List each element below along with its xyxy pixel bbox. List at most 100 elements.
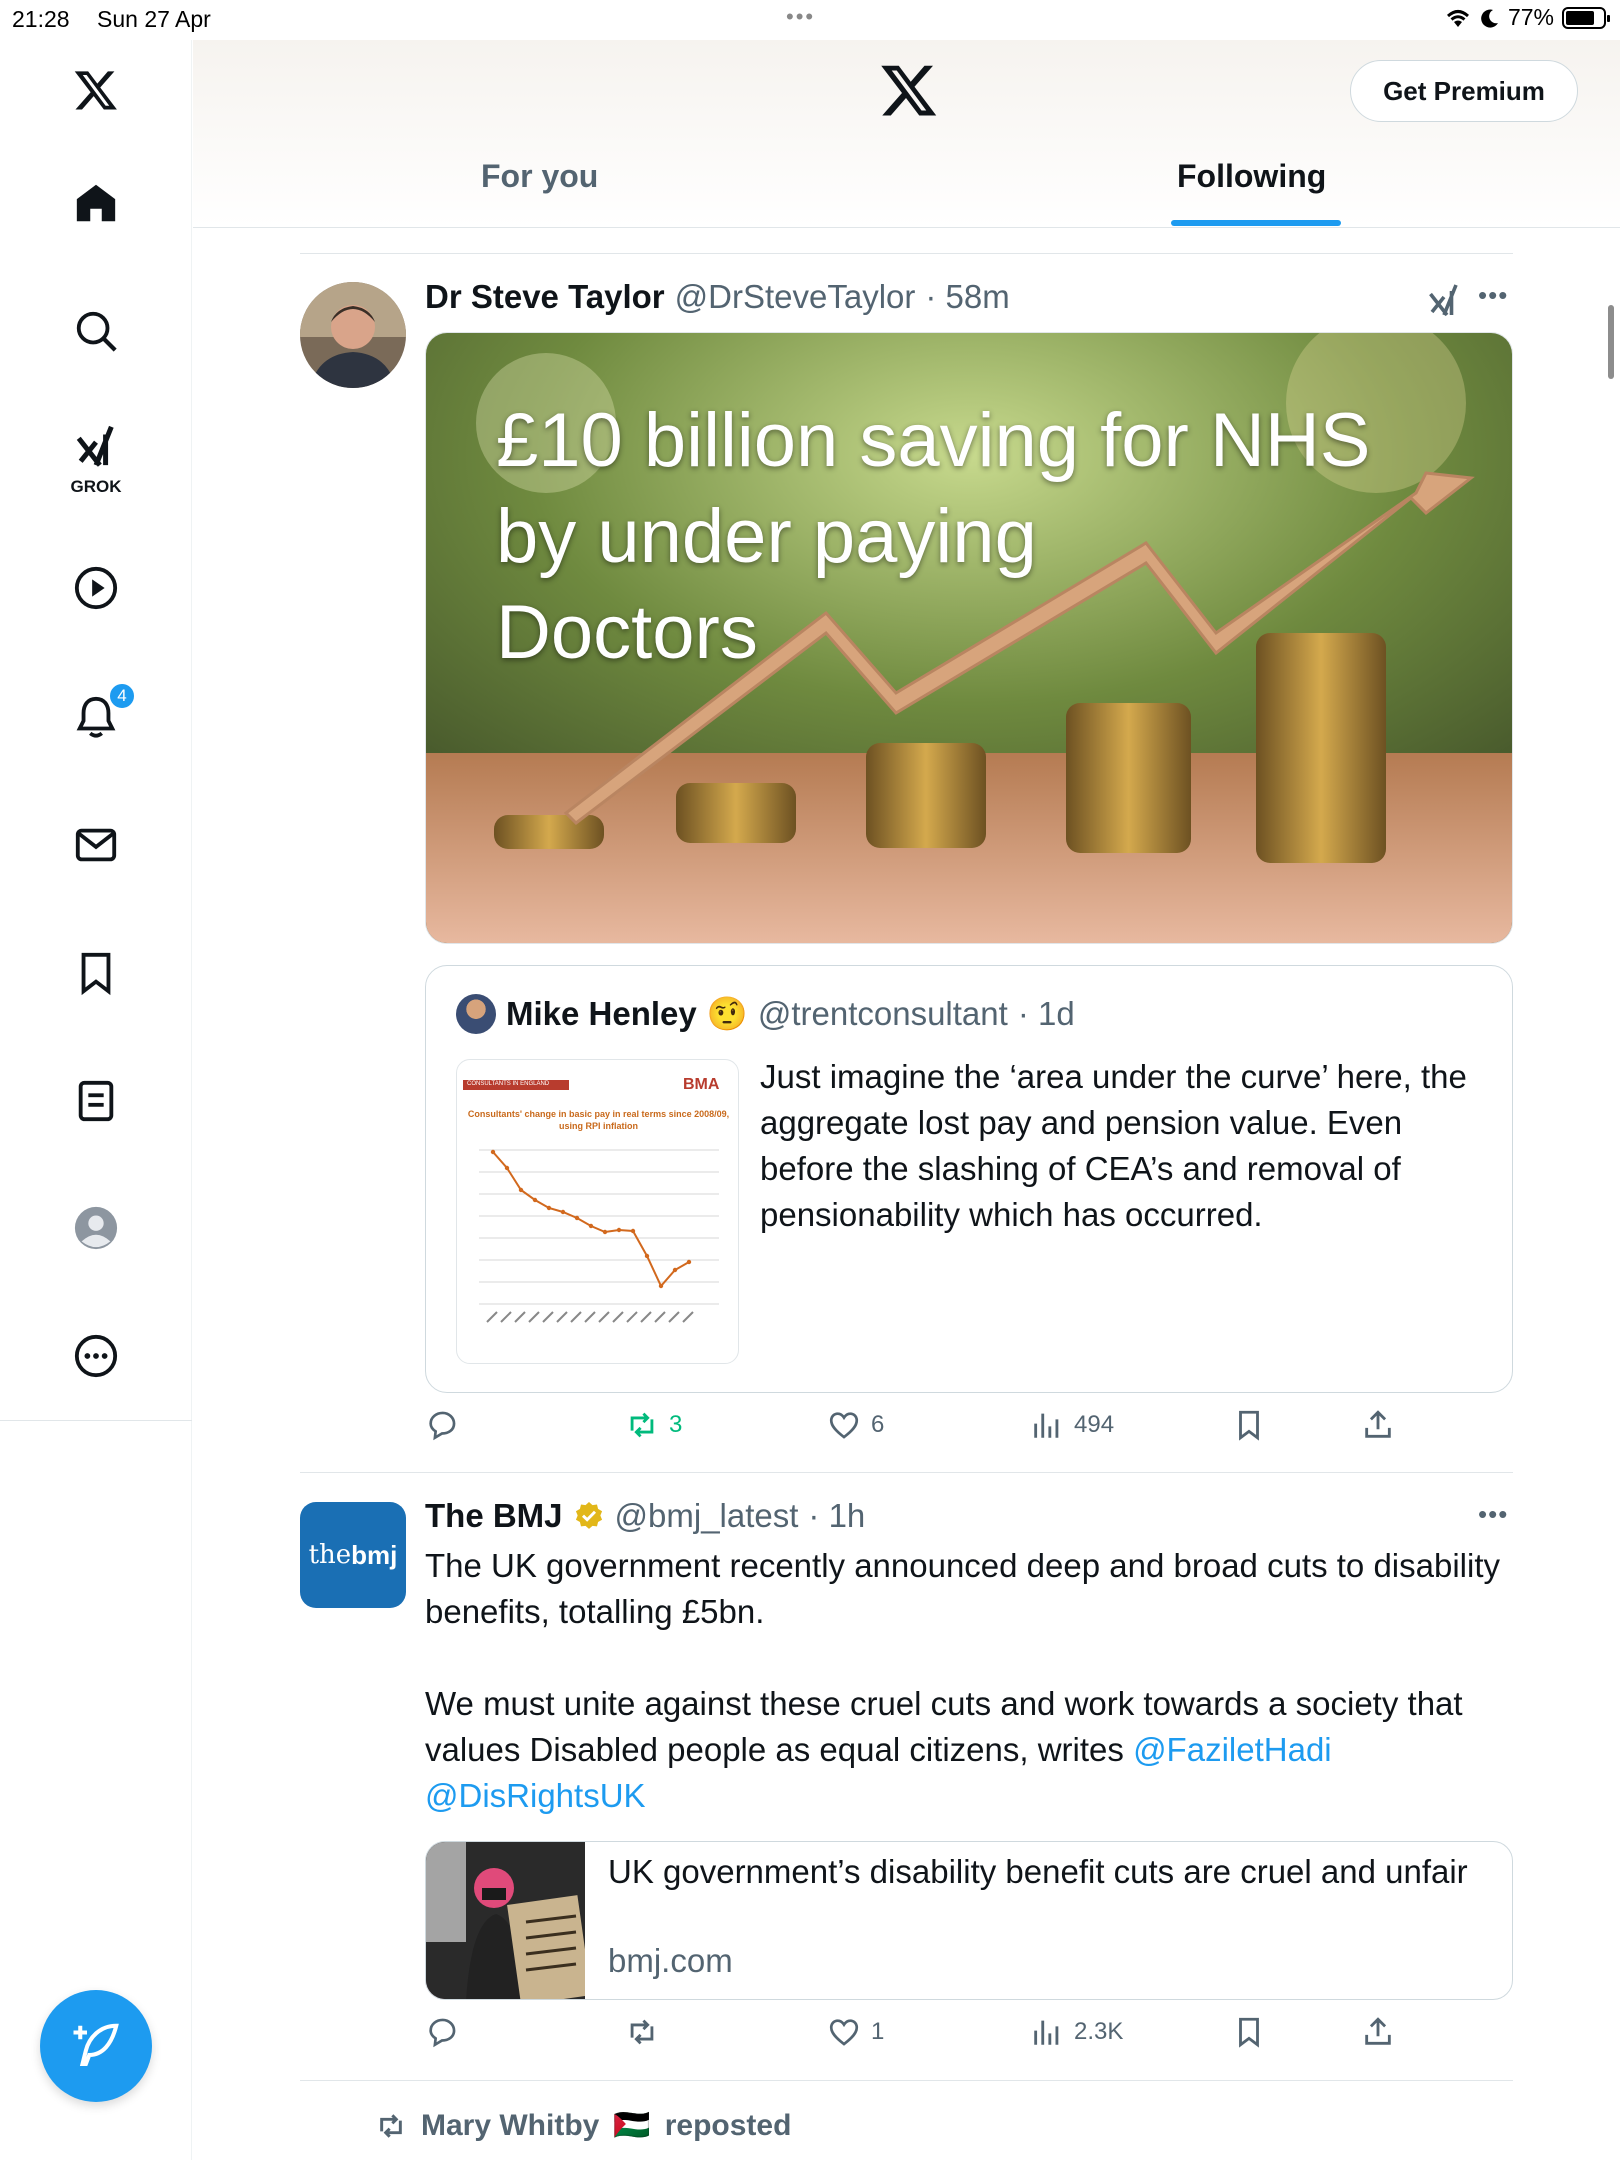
- status-date: Sun 27 Apr: [97, 6, 211, 32]
- battery-percent: 77%: [1507, 4, 1554, 30]
- link-thumbnail: [426, 1842, 592, 1999]
- author-name[interactable]: Dr Steve Taylor: [425, 278, 665, 316]
- repost-button[interactable]: 3: [625, 1408, 682, 1442]
- post-actions: 3 6 494: [425, 1408, 1513, 1458]
- share-button[interactable]: [1361, 2015, 1395, 2049]
- repost-icon: [380, 2113, 402, 2138]
- bmj-logo-text-bmj: bmj: [351, 1539, 398, 1570]
- share-button[interactable]: [1361, 1408, 1395, 1442]
- reposter-name[interactable]: Mary Whitby: [421, 2109, 599, 2143]
- repost-count: 3: [669, 1411, 683, 1438]
- feed-divider: [300, 2080, 1513, 2081]
- sidebar-divider: [0, 1420, 192, 1421]
- author-handle[interactable]: @bmj_latest: [615, 1497, 799, 1535]
- views-chart-icon: [1034, 1413, 1059, 1438]
- multitasking-dots-icon[interactable]: •••: [786, 4, 815, 30]
- timeline-header: Get Premium For you Following: [193, 40, 1620, 228]
- bookmark-button[interactable]: [1232, 2015, 1266, 2049]
- more-options-icon[interactable]: •••: [1478, 280, 1508, 311]
- like-count: 1: [871, 2018, 885, 2045]
- reply-button[interactable]: [425, 2015, 469, 2049]
- avatar[interactable]: [456, 994, 496, 1034]
- compose-feather-icon: [73, 2023, 119, 2067]
- avatar[interactable]: [300, 282, 406, 388]
- post-time[interactable]: · 1h: [808, 1497, 865, 1535]
- grok-icon[interactable]: [1426, 282, 1462, 318]
- focus-moon-icon: [1481, 9, 1498, 28]
- bookmark-button[interactable]: [1232, 1408, 1266, 1442]
- bookmarks-icon[interactable]: [0, 933, 192, 1013]
- views-button[interactable]: 494: [1030, 1408, 1114, 1442]
- quoted-chart-image[interactable]: CONSULTANTS IN ENGLAND BMA Consultants' …: [456, 1059, 739, 1364]
- post-time[interactable]: · 58m: [925, 278, 1009, 316]
- more-options-icon[interactable]: •••: [1478, 1499, 1508, 1530]
- x-logo-icon[interactable]: [879, 60, 939, 120]
- verified-badge-icon: [575, 1502, 602, 1529]
- avatar[interactable]: the bmj: [300, 1502, 406, 1608]
- messages-icon[interactable]: [0, 805, 192, 885]
- pay-decline-line-chart: [479, 1149, 719, 1323]
- reply-icon: [429, 2018, 456, 2048]
- notifications-badge: 4: [108, 682, 136, 710]
- share-icon: [1365, 2017, 1391, 2045]
- post-text-paragraph: We must unite against these cruel cuts a…: [425, 1681, 1515, 1819]
- link-domain: bmj.com: [608, 1942, 733, 1979]
- mention-link[interactable]: @DisRightsUK: [425, 1777, 646, 1814]
- view-count: 2.3K: [1074, 2018, 1124, 2045]
- reply-icon: [429, 1411, 456, 1441]
- reply-button[interactable]: [425, 1408, 469, 1442]
- more-icon[interactable]: [0, 1316, 192, 1396]
- heart-icon: [829, 2019, 859, 2046]
- active-tab-indicator: [1171, 220, 1341, 226]
- views-chart-icon: [1034, 2020, 1059, 2045]
- link-preview-card[interactable]: UK government’s disability benefit cuts …: [425, 1841, 1513, 2000]
- lists-icon[interactable]: [0, 1061, 192, 1141]
- post-image[interactable]: £10 billion saving for NHS by under payi…: [425, 332, 1513, 944]
- post-header: The BMJ @bmj_latest · 1h: [425, 1497, 865, 1535]
- search-icon[interactable]: [0, 291, 192, 371]
- profile-icon[interactable]: [0, 1188, 192, 1268]
- like-button[interactable]: 6: [827, 1408, 884, 1442]
- quoted-author-name[interactable]: Mike Henley: [506, 995, 697, 1033]
- author-name[interactable]: The BMJ: [425, 1497, 563, 1535]
- battery-icon: [1562, 6, 1610, 29]
- heart-icon: [829, 1412, 859, 1439]
- status-time: 21:28: [12, 6, 70, 32]
- like-button[interactable]: 1: [827, 2015, 884, 2049]
- wifi-icon: [1446, 9, 1469, 27]
- link-title: UK government’s disability benefit cuts …: [608, 1853, 1468, 1890]
- quoted-post-time: · 1d: [1017, 995, 1075, 1032]
- bookmark-icon: [1239, 2017, 1259, 2048]
- quoted-post[interactable]: Mike Henley 🤨 @trentconsultant · 1d CONS…: [425, 965, 1513, 1393]
- post-header: Dr Steve Taylor @DrSteveTaylor · 58m: [425, 278, 1010, 316]
- post-text: The UK government recently announced dee…: [425, 1543, 1515, 1819]
- sidebar-nav: GROK 4: [0, 40, 192, 2160]
- scrollbar[interactable]: [1608, 305, 1614, 379]
- share-icon: [1365, 1410, 1391, 1438]
- quoted-post-text: Just imagine the ‘area under the curve’ …: [760, 1058, 1467, 1233]
- emoji: 🤨: [706, 994, 748, 1032]
- video-icon[interactable]: [0, 548, 192, 628]
- x-logo-icon[interactable]: [0, 50, 192, 130]
- quoted-author-handle[interactable]: @trentconsultant: [758, 995, 1008, 1033]
- compose-post-button[interactable]: [40, 1990, 152, 2102]
- feed-divider: [300, 1472, 1513, 1473]
- mention-link[interactable]: @FaziletHadi: [1133, 1731, 1332, 1768]
- repost-button[interactable]: [625, 2015, 669, 2049]
- grok-icon[interactable]: [0, 406, 192, 486]
- image-headline: £10 billion saving for NHS by under payi…: [496, 398, 1371, 675]
- home-icon[interactable]: [0, 163, 192, 243]
- tab-for-you[interactable]: For you: [481, 158, 598, 195]
- feed-divider: [300, 253, 1513, 254]
- repost-banner: Mary Whitby 🇵🇸 reposted: [375, 2108, 791, 2143]
- post-text-paragraph: The UK government recently announced dee…: [425, 1547, 1500, 1630]
- grok-label: GROK: [70, 477, 122, 496]
- notifications-icon[interactable]: [0, 677, 192, 757]
- post-actions: 1 2.3K: [425, 2015, 1513, 2065]
- get-premium-button[interactable]: Get Premium: [1350, 60, 1578, 122]
- like-count: 6: [871, 1411, 885, 1438]
- author-handle[interactable]: @DrSteveTaylor: [675, 278, 916, 316]
- view-count: 494: [1074, 1411, 1115, 1438]
- tab-following[interactable]: Following: [1177, 158, 1326, 195]
- views-button[interactable]: 2.3K: [1030, 2015, 1123, 2049]
